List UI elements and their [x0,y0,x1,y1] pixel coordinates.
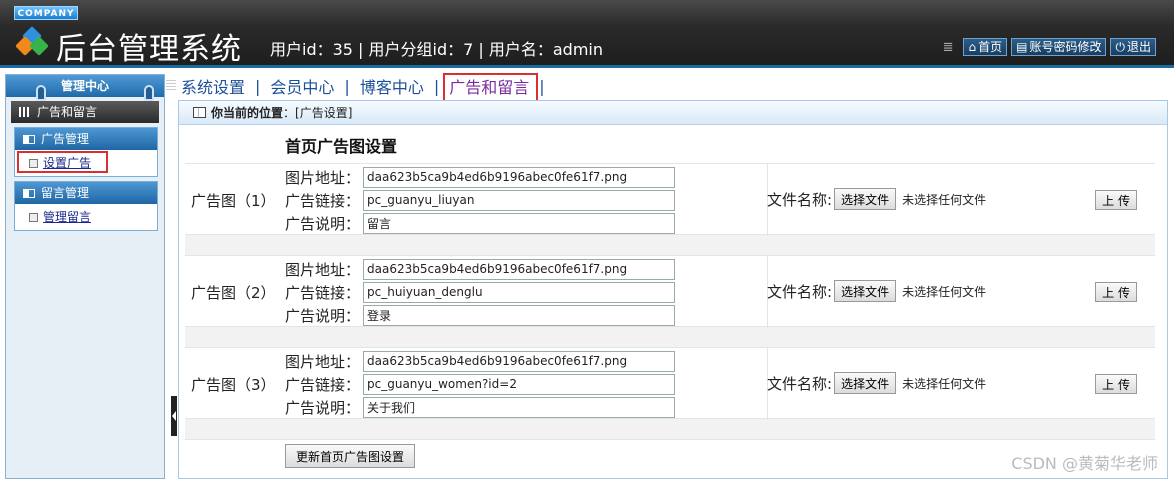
power-icon: ⏻ [1115,39,1125,54]
top-nav: 系统设置 | 会员中心 | 博客中心 | 广告和留言 | [166,72,1174,98]
app-title: 后台管理系统 [56,32,242,67]
main-panel: 你当前的位置：[广告设置] 首页广告图设置 广告图（1） 图片地址： 广告链接：… [178,100,1168,479]
nav-separator: | [255,76,261,96]
home-link[interactable]: ⌂ 首页 [963,38,1008,56]
update-ads-button[interactable]: 更新首页广告图设置 [285,444,416,468]
ad-row: 广告图（3） 图片地址： 广告链接： 广告说明： 文件名称: 选择文件 未选择任… [185,347,1155,420]
pin-icon [144,85,154,101]
field-label: 广告说明： [285,306,361,325]
image-url-input[interactable] [363,166,675,188]
ad-settings-form: 首页广告图设置 广告图（1） 图片地址： 广告链接： 广告说明： 文件名称: 选… [185,131,1155,471]
section-title: 首页广告图设置 [285,137,398,156]
choose-file-button[interactable]: 选择文件 [834,372,897,394]
file-status: 未选择任何文件 [902,376,987,391]
tab-blog-center[interactable]: 博客中心 [357,74,427,98]
sidebar-group-title[interactable]: 留言管理 [15,182,157,204]
page-icon [29,213,38,222]
sidebar-group-label: 留言管理 [41,186,90,200]
file-label: 文件名称: [767,374,833,393]
row-gap [185,235,1155,255]
ad-link-input[interactable] [363,189,675,211]
sidebar: 管理中心 广告和留言 广告管理 设置广告 留言管理 管理留言 [5,74,165,479]
sidebar-group-label: 广告管理 [41,132,90,146]
ad-link-input[interactable] [363,373,675,395]
sidebar-title-text: 管理中心 [60,79,109,93]
sidebar-group-messages: 留言管理 管理留言 [14,181,158,231]
ad-label: 广告图（3） [191,376,276,394]
ad-row: 广告图（2） 图片地址： 广告链接： 广告说明： 文件名称: 选择文件 未选择任… [185,255,1155,328]
ad-desc-input[interactable] [363,396,675,418]
logo-icon [15,26,49,59]
file-status: 未选择任何文件 [902,284,987,299]
pin-icon [36,85,46,101]
sidebar-section[interactable]: 广告和留言 [11,101,159,123]
upload-button[interactable]: 上 传 [1095,374,1137,394]
list-icon: ≣ [942,39,954,55]
field-label: 广告链接： [285,283,361,302]
tab-member-center[interactable]: 会员中心 [267,74,337,98]
sidebar-item-manage-messages[interactable]: 管理留言 [15,204,157,230]
upload-button[interactable]: 上 传 [1095,282,1137,302]
sidebar-section-label: 广告和留言 [37,105,98,119]
field-label: 图片地址： [285,260,361,279]
breadcrumb-value: ：[广告设置] [283,106,353,120]
logout-link[interactable]: ⏻ 退出 [1110,38,1156,56]
choose-file-button[interactable]: 选择文件 [834,280,897,302]
image-url-input[interactable] [363,350,675,372]
tab-system-settings[interactable]: 系统设置 [178,74,248,98]
ad-desc-input[interactable] [363,212,675,234]
ad-row: 广告图（1） 图片地址： 广告链接： 广告说明： 文件名称: 选择文件 未选择任… [185,163,1155,236]
submit-row: 更新首页广告图设置 [185,439,1155,471]
field-label: 广告链接： [285,191,361,210]
ad-label: 广告图（1） [191,192,276,210]
sidebar-title: 管理中心 [6,75,164,101]
user-info: 用户id：35 | 用户分组id：7 | 用户名：admin [270,40,604,59]
nav-lines-icon [166,78,176,90]
file-label: 文件名称: [767,282,833,301]
ad-link-input[interactable] [363,281,675,303]
field-label: 图片地址： [285,352,361,371]
file-status: 未选择任何文件 [902,192,987,207]
folder-icon [23,189,35,198]
upload-button[interactable]: 上 传 [1095,190,1137,210]
image-url-input[interactable] [363,258,675,280]
field-label: 广告说明： [285,214,361,233]
account-password-link[interactable]: ▤ 账号密码修改 [1011,38,1107,56]
folder-icon [23,135,35,144]
choose-file-button[interactable]: 选择文件 [834,188,897,210]
top-links: ≣ ⌂ 首页 ▤ 账号密码修改 ⏻ 退出 [943,38,1156,56]
home-icon: ⌂ [968,39,977,54]
home-link-label: 首页 [978,39,1003,54]
nav-separator: | [344,76,350,96]
field-label: 广告说明： [285,398,361,417]
window-icon [193,107,206,118]
watermark: CSDN @黄菊华老师 [1011,454,1158,473]
file-label: 文件名称: [767,190,833,209]
app-header: COMPANY 后台管理系统 用户id：35 | 用户分组id：7 | 用户名：… [0,0,1174,68]
ad-label: 广告图（2） [191,284,276,302]
collapse-arrow-icon[interactable] [171,396,177,436]
ad-desc-input[interactable] [363,304,675,326]
row-gap [185,327,1155,347]
grid-icon [19,107,31,117]
account-icon: ▤ [1016,39,1028,54]
field-label: 图片地址： [285,168,361,187]
row-gap [185,419,1155,439]
sidebar-item-label[interactable]: 管理留言 [43,210,91,224]
logout-link-label: 退出 [1126,39,1151,54]
field-label: 广告链接： [285,375,361,394]
company-badge: COMPANY [14,6,78,20]
sidebar-group-title[interactable]: 广告管理 [15,128,157,150]
account-link-label: 账号密码修改 [1029,39,1102,54]
breadcrumb: 你当前的位置：[广告设置] [179,101,1167,125]
highlight-box [17,151,108,173]
breadcrumb-prefix: 你当前的位置 [211,106,284,120]
